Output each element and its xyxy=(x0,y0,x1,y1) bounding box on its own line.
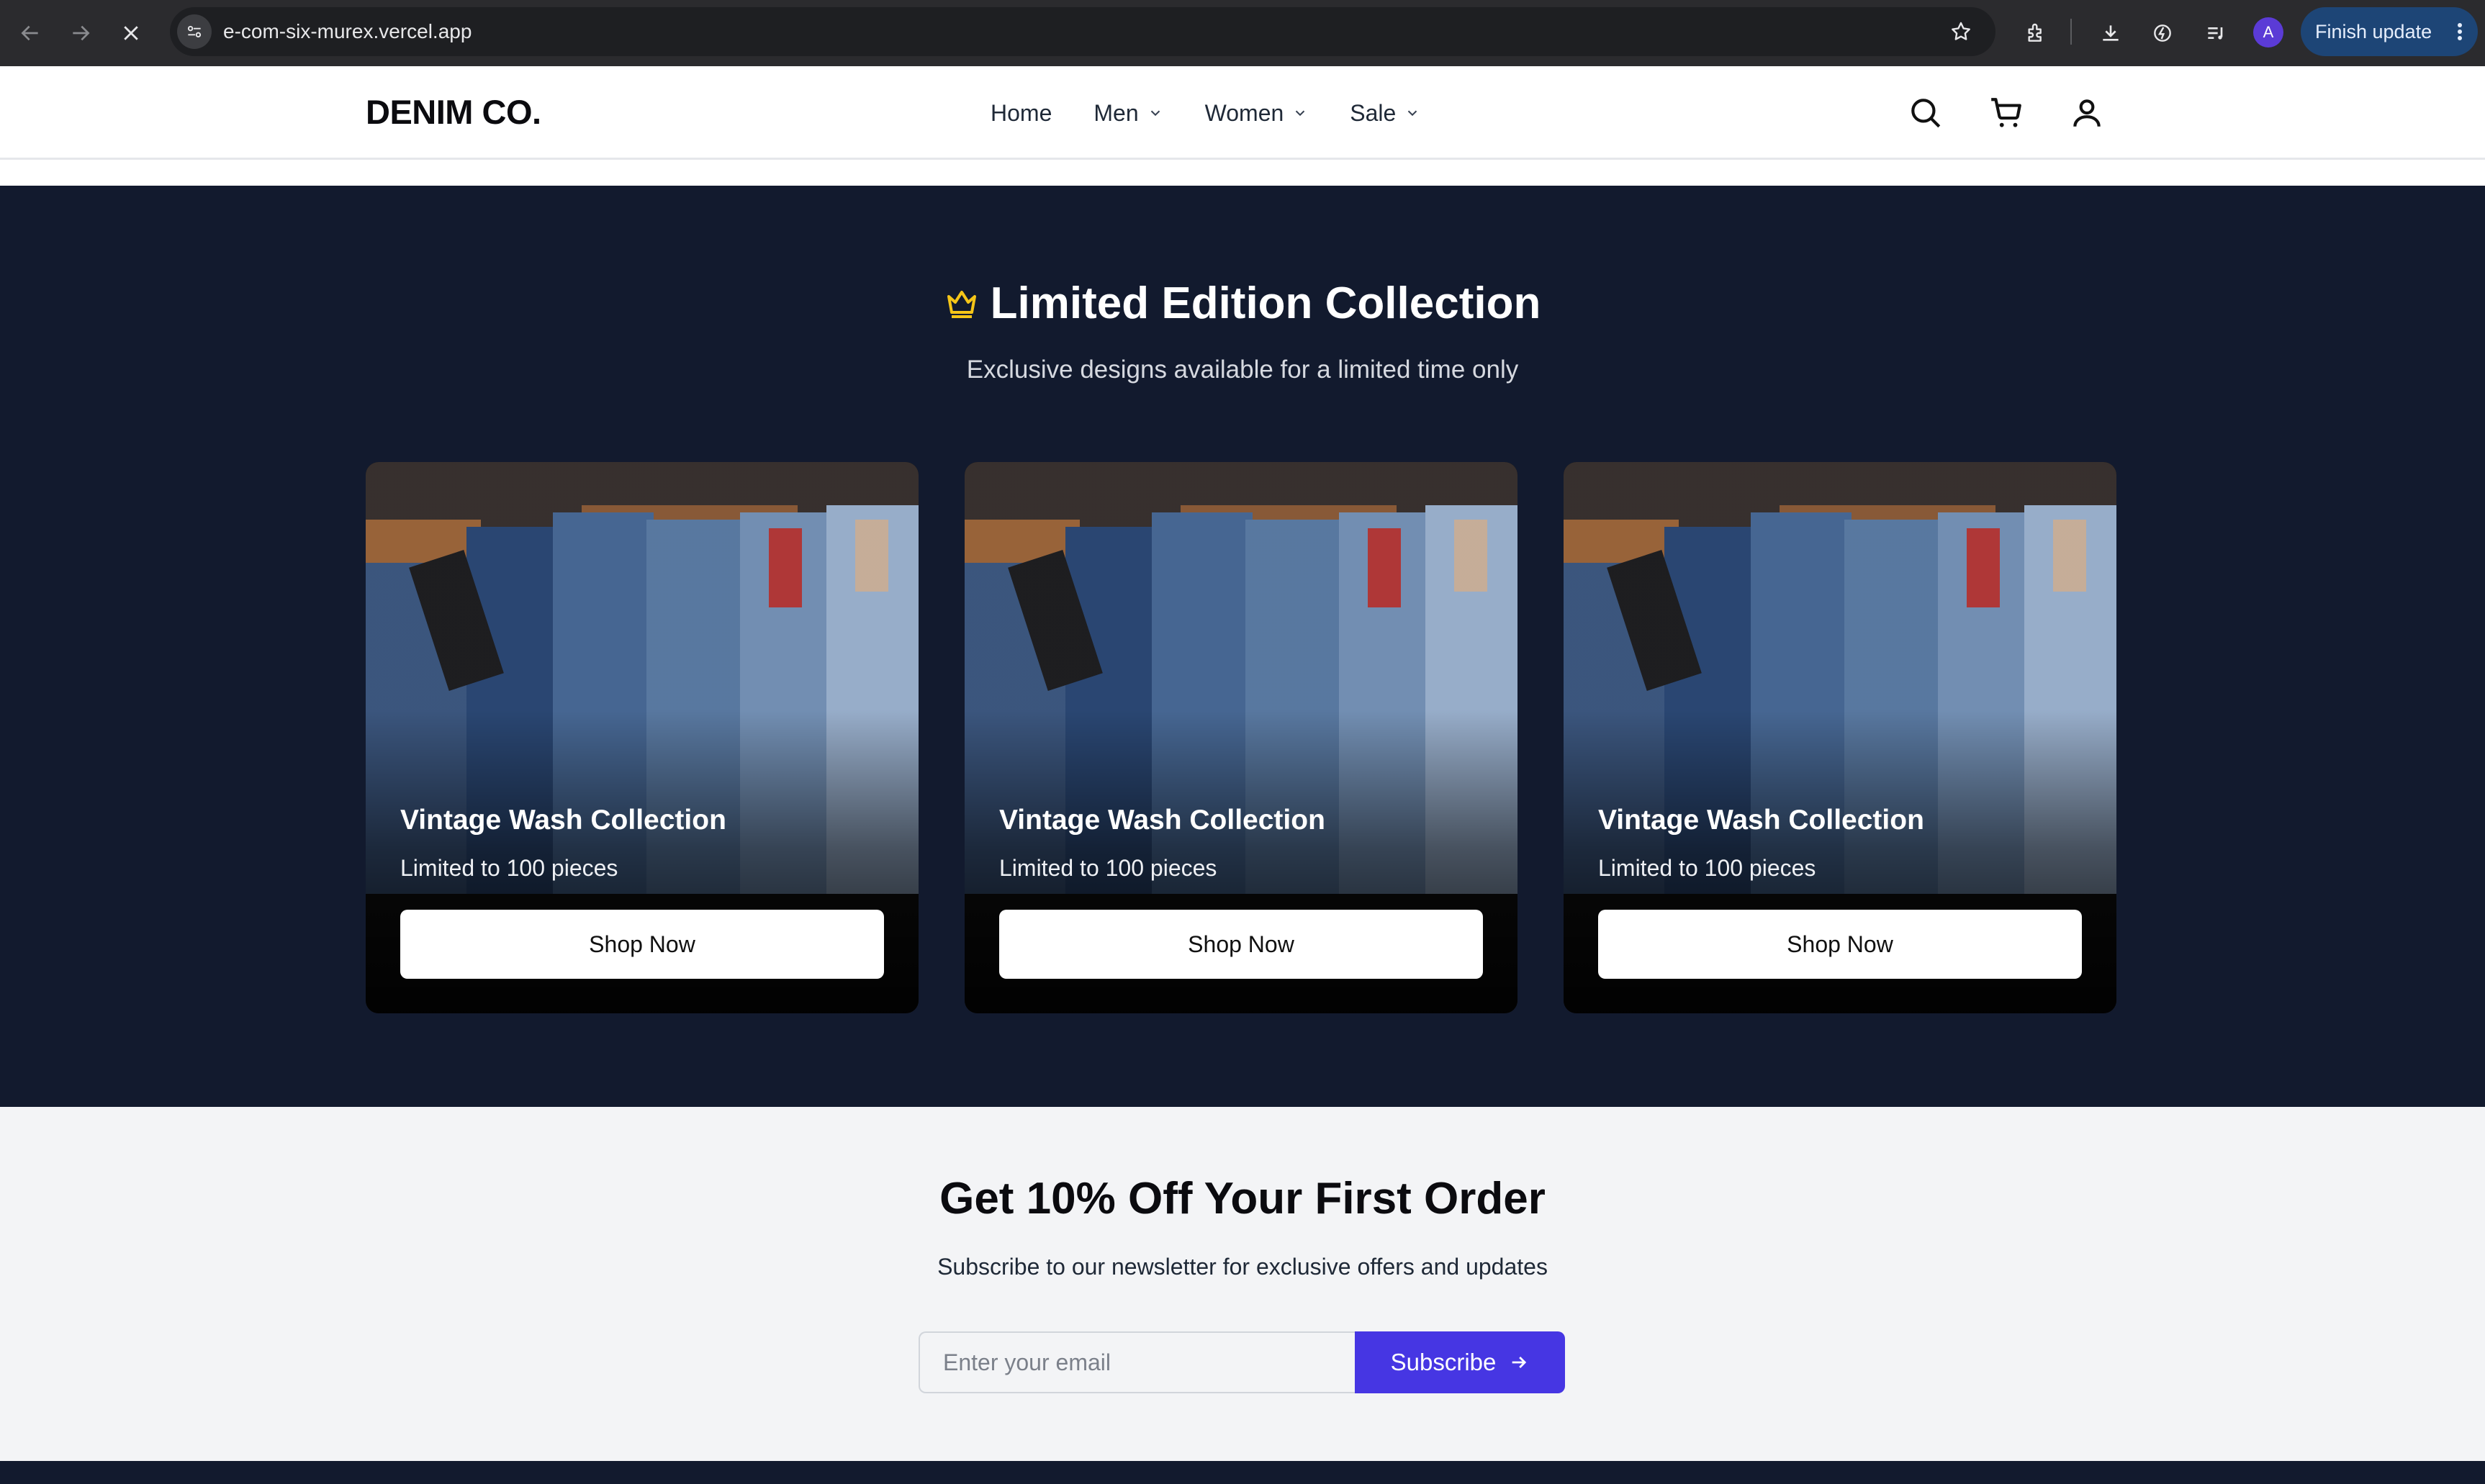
nav-item-sale[interactable]: Sale xyxy=(1350,100,1420,127)
subscribe-button[interactable]: Subscribe xyxy=(1355,1331,1565,1393)
nav-label: Men xyxy=(1093,99,1139,126)
subscribe-label: Subscribe xyxy=(1390,1349,1497,1375)
arrow-right-icon xyxy=(1509,1352,1529,1372)
nav-item-women[interactable]: Women xyxy=(1205,100,1309,127)
nav-label: Sale xyxy=(1350,99,1397,126)
browser-toolbar: e-com-six-murex.vercel.app A Finish upda… xyxy=(0,0,2485,66)
download-icon[interactable] xyxy=(2093,16,2128,50)
performance-icon[interactable] xyxy=(2145,16,2180,50)
crown-icon xyxy=(944,286,979,321)
finish-update-button[interactable]: Finish update xyxy=(2301,7,2478,56)
finish-update-label: Finish update xyxy=(2315,20,2432,42)
product-card[interactable]: Vintage Wash Collection Limited to 100 p… xyxy=(366,462,919,1013)
profile-avatar[interactable]: A xyxy=(2253,17,2283,47)
address-bar[interactable]: e-com-six-murex.vercel.app xyxy=(170,7,1995,56)
card-subtitle: Limited to 100 pieces xyxy=(400,855,618,881)
stop-loading-icon[interactable] xyxy=(114,16,148,50)
footer xyxy=(0,1461,2485,1484)
email-input[interactable] xyxy=(919,1331,1355,1393)
chevron-down-icon xyxy=(1147,105,1163,121)
more-menu-icon[interactable] xyxy=(2458,23,2462,40)
cart-icon[interactable] xyxy=(1985,92,2027,134)
section-title: Limited Edition Collection xyxy=(0,278,2485,329)
nav-label: Home xyxy=(991,99,1052,126)
main-nav: Home Men Women Sale xyxy=(991,66,1462,160)
nav-item-men[interactable]: Men xyxy=(1093,100,1163,127)
header-spacer xyxy=(0,160,2485,186)
toolbar-divider xyxy=(2070,19,2072,45)
nav-item-home[interactable]: Home xyxy=(991,100,1052,127)
product-card[interactable]: Vintage Wash Collection Limited to 100 p… xyxy=(965,462,1517,1013)
extensions-icon[interactable] xyxy=(2019,16,2053,50)
brand-logo[interactable]: DENIM CO. xyxy=(366,92,541,132)
section-subtitle: Exclusive designs available for a limite… xyxy=(966,356,1519,384)
card-title: Vintage Wash Collection xyxy=(400,805,726,836)
media-control-icon[interactable] xyxy=(2198,16,2233,50)
shop-now-button[interactable]: Shop Now xyxy=(400,910,884,979)
card-subtitle: Limited to 100 pieces xyxy=(999,855,1217,881)
search-icon[interactable] xyxy=(1905,92,1947,134)
user-icon[interactable] xyxy=(2066,92,2108,134)
shop-now-button[interactable]: Shop Now xyxy=(1598,910,2082,979)
limited-edition-section: Limited Edition Collection Exclusive des… xyxy=(0,186,2485,1107)
site-header: DENIM CO. Home Men Women Sale xyxy=(0,66,2485,160)
card-title: Vintage Wash Collection xyxy=(999,805,1325,836)
back-icon[interactable] xyxy=(13,16,48,50)
nav-label: Women xyxy=(1204,99,1284,126)
newsletter-subtitle: Subscribe to our newsletter for exclusiv… xyxy=(937,1254,1548,1280)
card-subtitle: Limited to 100 pieces xyxy=(1598,855,1816,881)
site-settings-icon[interactable] xyxy=(177,14,212,49)
product-card[interactable]: Vintage Wash Collection Limited to 100 p… xyxy=(1564,462,2116,1013)
url-text: e-com-six-murex.vercel.app xyxy=(223,20,472,42)
card-title: Vintage Wash Collection xyxy=(1598,805,1924,836)
shop-now-button[interactable]: Shop Now xyxy=(999,910,1483,979)
section-title-text: Limited Edition Collection xyxy=(990,279,1541,328)
bookmark-star-icon[interactable] xyxy=(1945,16,1977,47)
chevron-down-icon xyxy=(1404,105,1420,121)
newsletter-title: Get 10% Off Your First Order xyxy=(939,1174,1546,1223)
newsletter-section: Get 10% Off Your First Order Subscribe t… xyxy=(0,1107,2485,1461)
chevron-down-icon xyxy=(1292,105,1308,121)
forward-icon[interactable] xyxy=(63,16,98,50)
